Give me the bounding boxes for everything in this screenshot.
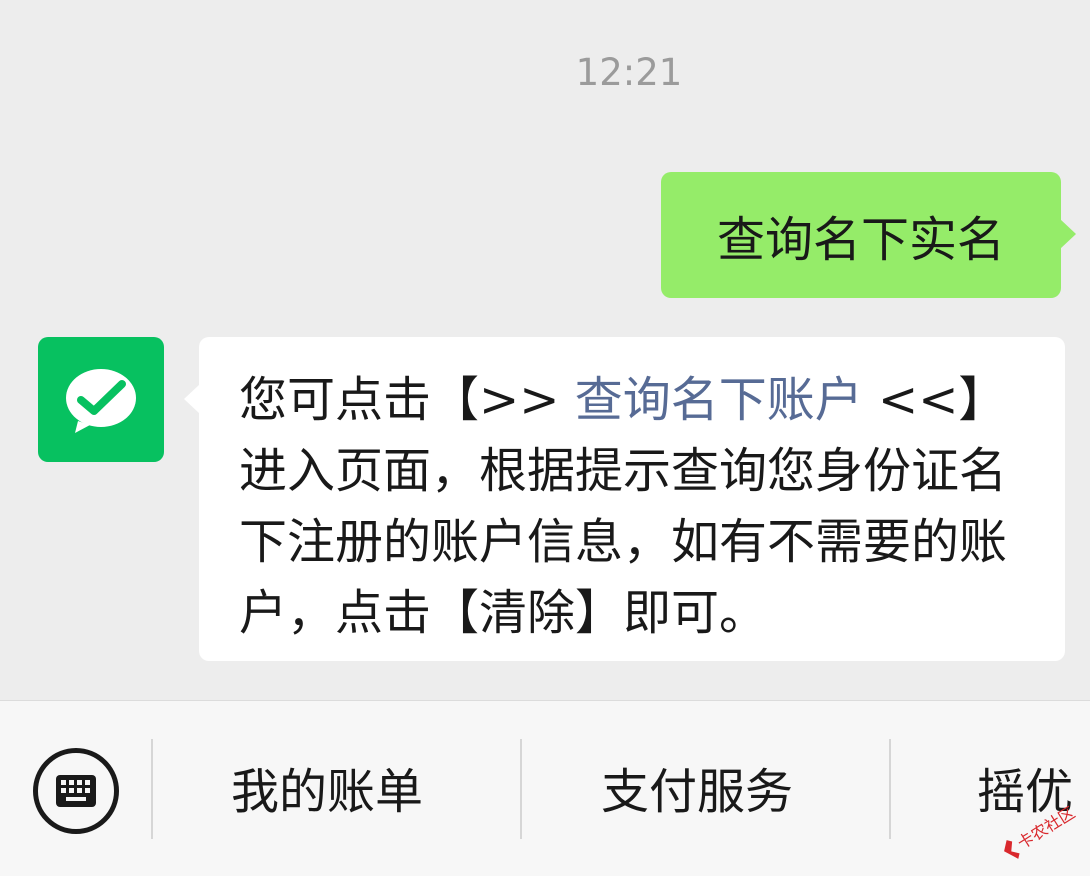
watermark-text: 卡农社区 <box>1014 803 1078 853</box>
menu-item-payment-services[interactable]: 支付服务 <box>601 759 793 825</box>
message-timestamp: 12:21 <box>575 51 683 94</box>
outgoing-message-text: 查询名下实名 <box>716 212 1005 268</box>
keyboard-icon <box>56 775 96 807</box>
chat-area: 12:21 查询名下实名 您可点击【>> 查询名下账户 <<】进入页面，根据提示… <box>0 0 1090 700</box>
incoming-message-text-before: 您可点击【>> <box>239 372 575 428</box>
incoming-message-bubble: 您可点击【>> 查询名下账户 <<】进入页面，根据提示查询您身份证名下注册的账户… <box>184 337 1065 661</box>
query-accounts-link[interactable]: 查询名下账户 <box>575 372 863 428</box>
service-menu-bar: 我的账单 支付服务 摇优 <box>0 700 1090 876</box>
wechat-pay-logo-icon <box>66 369 136 433</box>
menu-divider <box>889 739 891 839</box>
keyboard-toggle-button[interactable] <box>33 748 119 834</box>
menu-divider <box>151 739 153 839</box>
incoming-message-text: 您可点击【>> 查询名下账户 <<】进入页面，根据提示查询您身份证名下注册的账户… <box>239 365 1039 649</box>
outgoing-message-bubble[interactable]: 查询名下实名 <box>661 172 1076 298</box>
menu-item-my-bills[interactable]: 我的账单 <box>231 759 423 825</box>
wechat-pay-avatar[interactable] <box>38 337 164 462</box>
kanong-community-watermark: 卡农社区 <box>1004 803 1078 859</box>
menu-divider <box>520 739 522 839</box>
